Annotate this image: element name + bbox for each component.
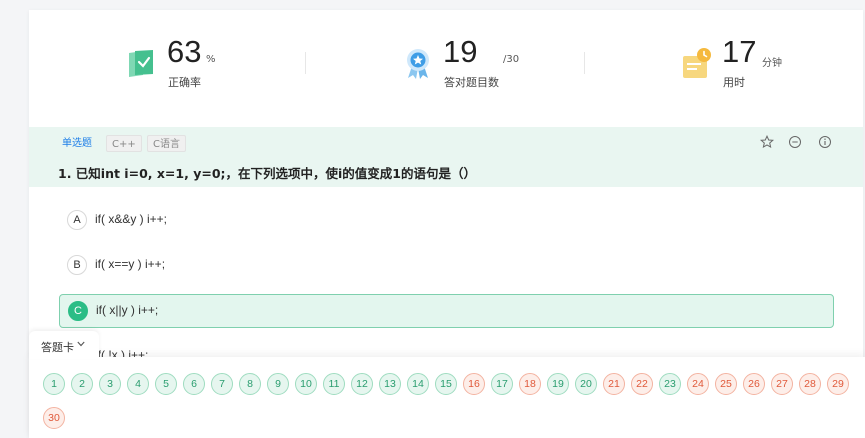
accuracy-value: 63 (167, 34, 202, 69)
option-letter: C (68, 301, 88, 321)
accuracy-book-icon (129, 50, 153, 77)
accuracy-unit: % (206, 54, 216, 65)
accuracy-label: 正确率 (168, 76, 201, 89)
answer-card-item-22[interactable]: 22 (631, 373, 653, 395)
answer-card-item-1[interactable]: 1 (43, 373, 65, 395)
answer-card-item-7[interactable]: 7 (211, 373, 233, 395)
time-label: 用时 (723, 76, 745, 89)
stat-accuracy: 63 % 正确率 (125, 34, 265, 94)
answer-card-item-2[interactable]: 2 (71, 373, 93, 395)
stats-bar: 63 % 正确率 19 /30 答对题目数 17 分钟 用时 (29, 10, 863, 128)
answer-card-item-18[interactable]: 18 (519, 373, 541, 395)
tag-c-language: C语言 (147, 135, 186, 152)
question-header: 单选题 C++ C语言 1. 已知int i=0, x=1, y=0;，在下列选… (29, 127, 863, 187)
answer-card-item-14[interactable]: 14 (407, 373, 429, 395)
option-c[interactable]: C if( x||y ) i++; (59, 294, 834, 328)
correct-count-label: 答对题目数 (444, 76, 499, 89)
option-text: if( x||y ) i++; (96, 303, 159, 317)
answer-card-item-8[interactable]: 8 (239, 373, 261, 395)
answer-card-item-28[interactable]: 28 (799, 373, 821, 395)
answer-card-item-26[interactable]: 26 (743, 373, 765, 395)
option-letter: B (67, 255, 87, 275)
option-letter: A (67, 210, 87, 230)
answer-card-item-12[interactable]: 12 (351, 373, 373, 395)
answer-card-item-9[interactable]: 9 (267, 373, 289, 395)
answer-card-item-24[interactable]: 24 (687, 373, 709, 395)
clock-note-icon (683, 48, 711, 78)
question-type-tag: 单选题 (62, 138, 92, 149)
answer-card-item-25[interactable]: 25 (715, 373, 737, 395)
answer-card-item-19[interactable]: 19 (547, 373, 569, 395)
stat-divider (305, 52, 306, 74)
minus-circle-icon[interactable] (788, 135, 802, 149)
answer-card-toggle[interactable]: 答题卡 (29, 331, 99, 359)
stat-divider (584, 52, 585, 74)
answer-card-panel: 1 2 3 4 5 6 7 8 9 10 11 12 13 14 15 16 17 18 19 20 21 22 23 24 2… (29, 357, 865, 438)
stat-time: 17 分钟 用时 (680, 34, 830, 94)
answer-card-item-11[interactable]: 11 (323, 373, 345, 395)
option-text: if( x==y ) i++; (95, 257, 166, 271)
award-ribbon-icon (407, 49, 429, 79)
answer-card-item-10[interactable]: 10 (295, 373, 317, 395)
answer-card-item-4[interactable]: 4 (127, 373, 149, 395)
star-icon[interactable] (760, 135, 774, 149)
option-a[interactable]: A if( x&&y ) i++; (59, 204, 834, 238)
option-text: if( x&&y ) i++; (95, 212, 168, 226)
answer-card-item-30[interactable]: 30 (43, 407, 65, 429)
correct-count-value: 19 (443, 34, 478, 69)
answer-card-item-6[interactable]: 6 (183, 373, 205, 395)
question-title: 1. 已知int i=0, x=1, y=0;，在下列选项中，使i的值变成1的语… (58, 166, 477, 181)
answer-card-item-20[interactable]: 20 (575, 373, 597, 395)
answer-card-item-21[interactable]: 21 (603, 373, 625, 395)
option-b[interactable]: B if( x==y ) i++; (59, 249, 834, 283)
answer-card-item-23[interactable]: 23 (659, 373, 681, 395)
time-unit: 分钟 (762, 58, 782, 69)
correct-count-unit: /30 (503, 54, 520, 65)
info-circle-icon[interactable] (818, 135, 832, 149)
chevron-down-icon (77, 341, 85, 347)
answer-card-item-27[interactable]: 27 (771, 373, 793, 395)
answer-card-item-13[interactable]: 13 (379, 373, 401, 395)
time-value: 17 (722, 34, 757, 69)
answer-card-label: 答题卡 (41, 341, 74, 354)
stat-correct-count: 19 /30 答对题目数 (401, 34, 551, 94)
answer-card-item-15[interactable]: 15 (435, 373, 457, 395)
answer-card-item-5[interactable]: 5 (155, 373, 177, 395)
answer-card-item-3[interactable]: 3 (99, 373, 121, 395)
answer-card-item-16[interactable]: 16 (463, 373, 485, 395)
answer-card-item-29[interactable]: 29 (827, 373, 849, 395)
tag-cpp: C++ (106, 135, 142, 152)
answer-card-item-17[interactable]: 17 (491, 373, 513, 395)
